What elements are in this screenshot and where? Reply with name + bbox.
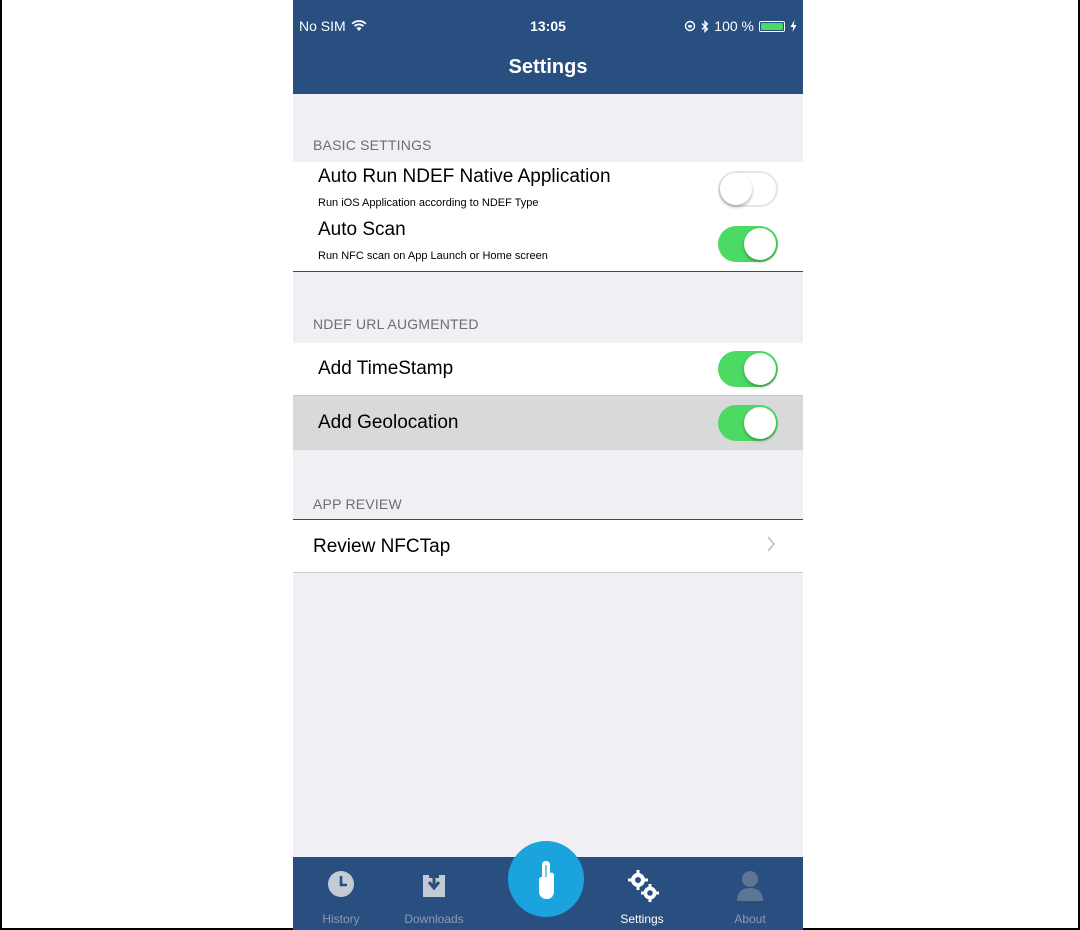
nfc-scan-button[interactable] (508, 841, 584, 917)
orientation-lock-icon (685, 20, 696, 32)
tab-settings-label: Settings (620, 912, 664, 926)
battery-percent: 100 % (714, 18, 754, 34)
tab-about-label: About (734, 912, 766, 926)
tab-history-label: History (322, 912, 360, 926)
toggle-knob (720, 173, 752, 205)
auto-run-label: Auto Run NDEF Native Application (318, 166, 611, 187)
tab-about[interactable]: About (705, 857, 795, 930)
toggle-knob (744, 228, 776, 260)
toggle-knob (744, 353, 776, 385)
phone-screen: No SIM 13:05 100 % Settings BASIC SETTIN… (293, 0, 803, 930)
add-timestamp-row[interactable]: Add TimeStamp (293, 343, 803, 395)
tap-finger-icon (539, 861, 554, 899)
auto-scan-toggle[interactable] (718, 226, 778, 262)
review-nfctap-row[interactable]: Review NFCTap (293, 520, 803, 572)
charging-icon (790, 20, 797, 32)
section-header-basic-settings: BASIC SETTINGS (313, 137, 432, 153)
tab-history[interactable]: History (296, 857, 386, 930)
chevron-right-icon (767, 536, 776, 552)
divider (293, 572, 803, 573)
toggle-knob (744, 407, 776, 439)
battery-icon (759, 20, 785, 32)
auto-scan-description: Run NFC scan on App Launch or Home scree… (318, 250, 548, 262)
download-icon (423, 872, 445, 897)
auto-run-description: Run iOS Application according to NDEF Ty… (318, 197, 539, 209)
clock-icon (328, 871, 354, 897)
basic-settings-group: Auto Run NDEF Native Application Run iOS… (293, 162, 803, 272)
auto-run-toggle[interactable] (718, 171, 778, 207)
section-header-app-review: APP REVIEW (313, 496, 402, 512)
status-bar: No SIM 13:05 100 % (293, 0, 803, 40)
section-header-ndef-url-augmented: NDEF URL AUGMENTED (313, 316, 479, 332)
gears-icon (628, 870, 659, 902)
navigation-header: No SIM 13:05 100 % Settings (293, 0, 803, 94)
add-timestamp-label: Add TimeStamp (318, 358, 454, 379)
divider (293, 271, 803, 272)
battery-level (761, 22, 783, 30)
auto-scan-label: Auto Scan (318, 219, 406, 240)
person-icon (737, 871, 763, 901)
add-timestamp-toggle[interactable] (718, 351, 778, 387)
bluetooth-icon (701, 19, 709, 33)
page-title: Settings (508, 56, 588, 78)
add-geolocation-row[interactable]: Add Geolocation (293, 396, 803, 450)
review-nfctap-label: Review NFCTap (313, 536, 451, 557)
tab-downloads-label: Downloads (404, 912, 464, 926)
add-geolocation-toggle[interactable] (718, 405, 778, 441)
tab-settings[interactable]: Settings (597, 857, 687, 930)
tab-downloads[interactable]: Downloads (389, 857, 479, 930)
add-geolocation-label: Add Geolocation (318, 412, 459, 433)
status-right: 100 % (684, 18, 797, 34)
